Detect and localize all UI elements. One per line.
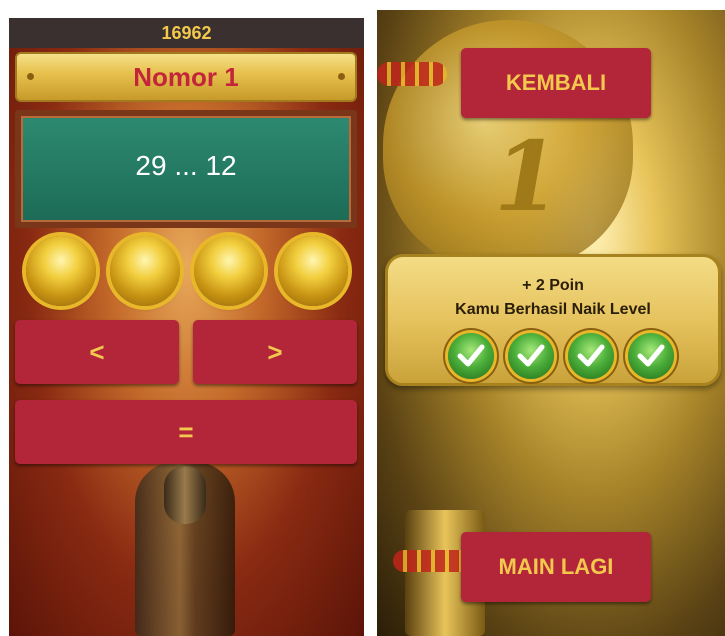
less-than-button[interactable]: < — [15, 320, 179, 384]
answer-slot-bulb-icon — [194, 236, 264, 306]
equal-label: = — [178, 417, 194, 447]
result-screen: 1 KEMBALI + 2 Poin Kamu Berhasil Naik Le… — [377, 10, 725, 636]
question-board: 29 ... 12 — [15, 110, 357, 228]
greater-than-label: > — [267, 337, 283, 367]
trophy-gems-decoration — [377, 62, 447, 86]
level-up-result-panel: + 2 Poin Kamu Berhasil Naik Level — [385, 254, 721, 386]
score-value: 16962 — [161, 23, 212, 43]
check-icon — [448, 333, 494, 379]
back-button[interactable]: KEMBALI — [461, 48, 651, 118]
answer-slot-bulb-icon — [110, 236, 180, 306]
level-up-message: Kamu Berhasil Naik Level — [455, 301, 651, 318]
answer-slot-bulb-icon — [26, 236, 96, 306]
answer-slot-bulb-icon — [278, 236, 348, 306]
check-icon — [568, 333, 614, 379]
score-bar: 16962 — [9, 18, 364, 48]
play-again-button[interactable]: MAIN LAGI — [461, 532, 651, 602]
answer-slot-indicators — [26, 236, 356, 308]
points-earned-text: + 2 Poin — [522, 277, 584, 294]
check-icon — [508, 333, 554, 379]
plaque-rivet-icon — [27, 73, 34, 80]
quiz-screen: 16962 Nomor 1 29 ... 12 < > = — [9, 18, 364, 636]
question-number-title: Nomor 1 — [133, 62, 239, 92]
check-icon — [628, 333, 674, 379]
less-than-label: < — [89, 337, 105, 367]
play-again-button-label: MAIN LAGI — [498, 554, 614, 579]
back-button-label: KEMBALI — [505, 70, 607, 95]
question-number-plaque: Nomor 1 — [15, 52, 357, 102]
equal-button[interactable]: = — [15, 400, 357, 464]
pedestal-knob-decoration — [164, 466, 206, 524]
greater-than-button[interactable]: > — [193, 320, 357, 384]
plaque-rivet-icon — [338, 73, 345, 80]
question-text: 29 ... 12 — [135, 150, 237, 181]
